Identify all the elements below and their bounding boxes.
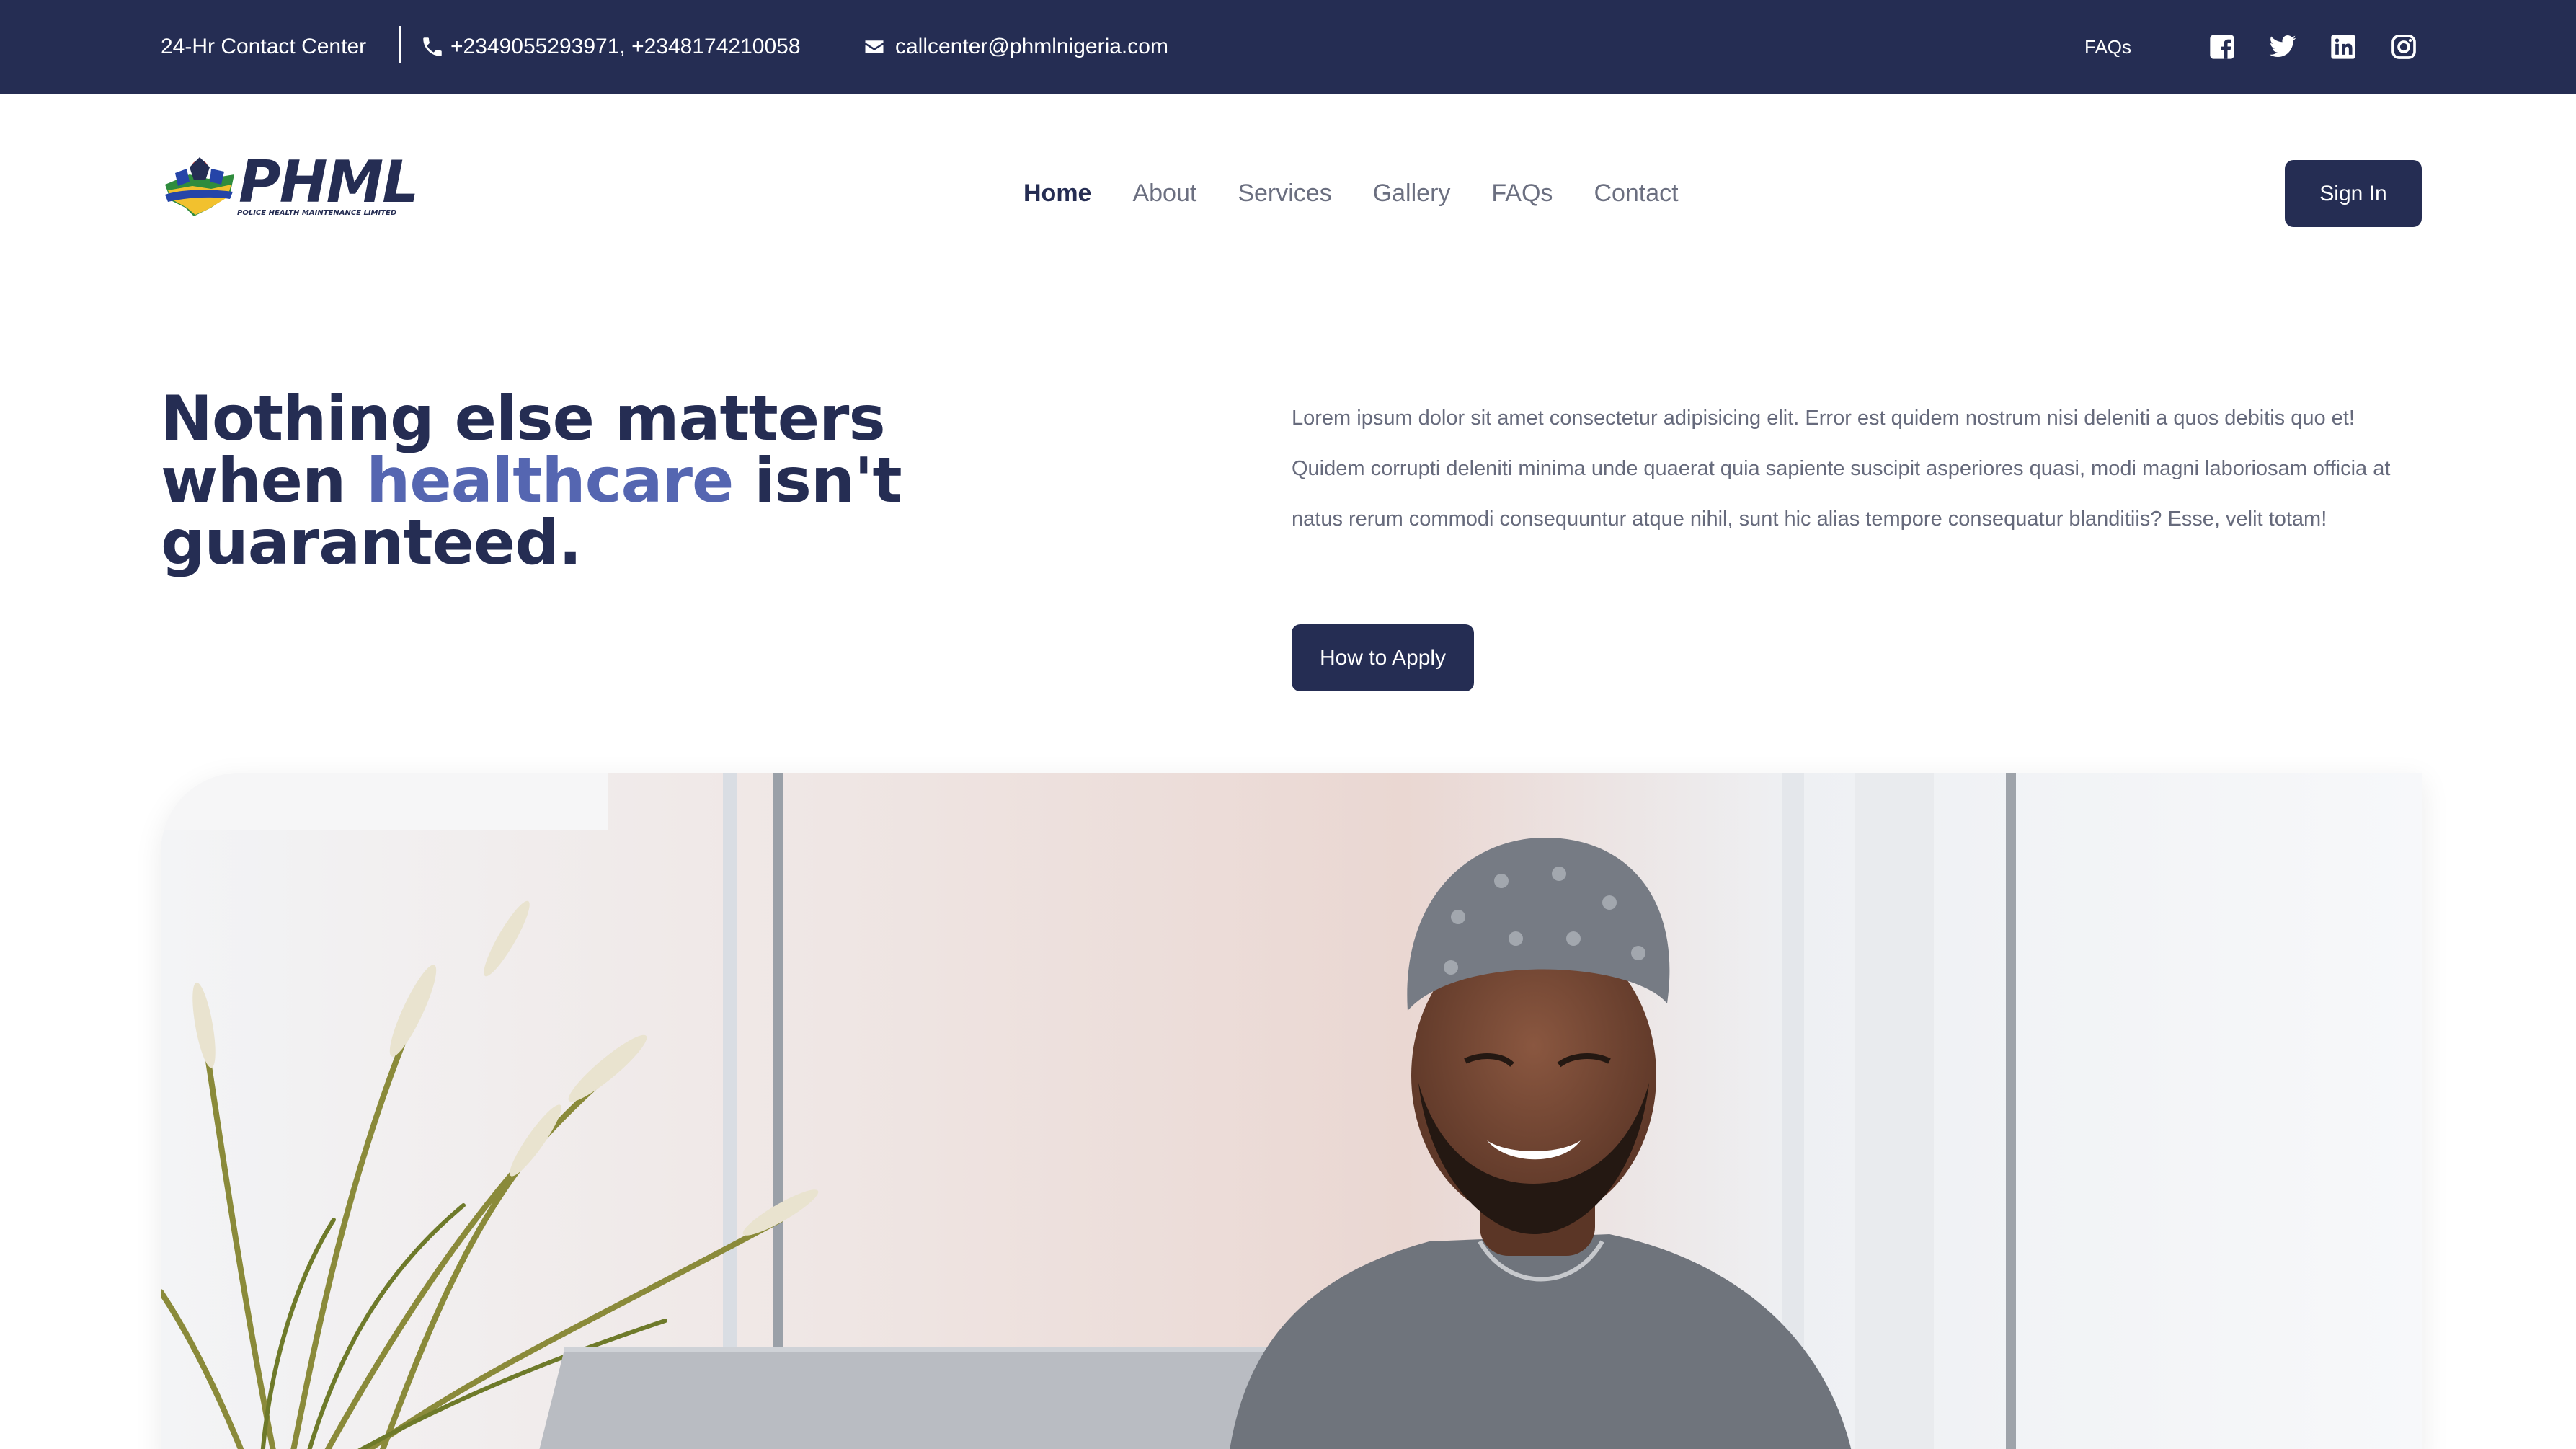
nav-contact[interactable]: Contact (1594, 180, 1678, 208)
twitter-icon[interactable] (2268, 32, 2297, 61)
phone-numbers-text: +2349055293971, +2348174210058 (450, 35, 801, 58)
main-nav: Home About Services Gallery FAQs Contact (1023, 173, 1720, 213)
phone-icon (420, 35, 445, 59)
nav-services[interactable]: Services (1238, 180, 1331, 208)
hero-image (161, 773, 2422, 1449)
email-link[interactable]: callcenter@phmlnigeria.com (863, 0, 1168, 94)
envelope-icon (863, 36, 885, 58)
top-contact-bar: 24-Hr Contact Center +2349055293971, +23… (0, 0, 2576, 94)
topbar-divider (399, 26, 401, 63)
topbar-faqs-link[interactable]: FAQs (2084, 0, 2131, 94)
phml-logo[interactable]: PHML POLICE HEALTH MAINTENANCE LIMITED (161, 149, 419, 222)
hero-title-accent: healthcare (366, 445, 734, 517)
contact-center-label: 24-Hr Contact Center (161, 35, 367, 58)
email-text: callcenter@phmlnigeria.com (895, 35, 1168, 58)
sign-in-button[interactable]: Sign In (2285, 160, 2422, 227)
instagram-icon[interactable] (2389, 32, 2418, 61)
nav-faqs[interactable]: FAQs (1491, 180, 1553, 208)
logo-wordmark: PHML (239, 149, 419, 216)
nav-gallery[interactable]: Gallery (1373, 180, 1451, 208)
linkedin-icon[interactable] (2329, 32, 2358, 61)
nav-about[interactable]: About (1132, 180, 1196, 208)
hero-description: Lorem ipsum dolor sit amet consectetur a… (1292, 407, 2391, 531)
logo-emblem-icon (165, 157, 234, 216)
nav-home[interactable]: Home (1023, 180, 1091, 208)
phone-numbers[interactable]: +2349055293971, +2348174210058 (420, 0, 801, 94)
social-links (2208, 0, 2450, 94)
facebook-icon[interactable] (2208, 32, 2237, 61)
how-to-apply-button[interactable]: How to Apply (1292, 624, 1474, 691)
logo-subtitle: POLICE HEALTH MAINTENANCE LIMITED (237, 209, 397, 217)
hero-title: Nothing else matters when healthcare isn… (161, 388, 954, 574)
